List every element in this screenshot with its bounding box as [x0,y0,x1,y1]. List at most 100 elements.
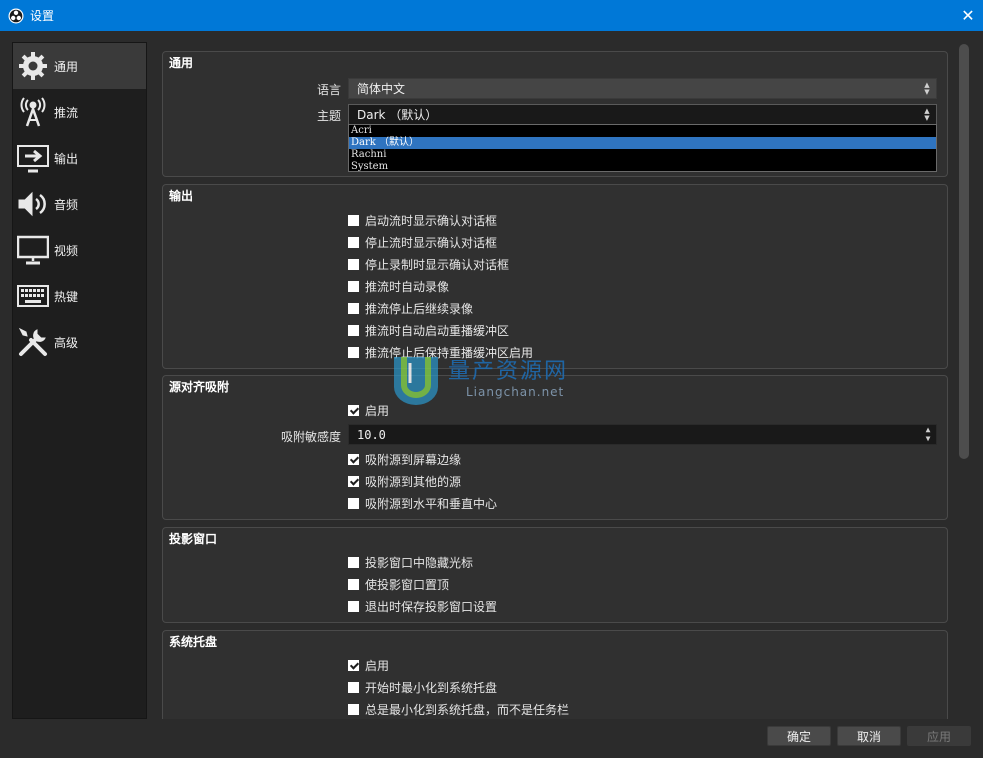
sidebar-item-hotkeys[interactable]: 热键 [13,273,146,319]
tray-enable-checkbox[interactable]: 启用 [348,656,389,674]
checkbox-label: 开始时最小化到系统托盘 [365,680,498,695]
keep-replay-buffer-checkbox[interactable]: 推流停止后保持重播缓冲区启用 [348,343,533,361]
close-icon[interactable]: ✕ [961,6,974,25]
obs-logo-icon [8,8,24,24]
sensitivity-spinbox[interactable]: 10.0 ▲ ▼ [348,424,937,445]
checkbox-box[interactable] [348,475,359,487]
always-on-top-checkbox[interactable]: 使投影窗口置顶 [348,575,449,593]
spin-down-icon[interactable]: ▼ [920,435,936,445]
auto-replay-buffer-checkbox[interactable]: 推流时自动启动重播缓冲区 [348,321,509,339]
save-projectors-checkbox[interactable]: 退出时保存投影窗口设置 [348,597,497,615]
sidebar-item-output[interactable]: 输出 [13,135,146,181]
confirm-start-stream-checkbox[interactable]: 启动流时显示确认对话框 [348,211,497,229]
checkbox-label: 推流时自动启动重播缓冲区 [365,323,510,338]
sidebar-item-label: 高级 [54,335,79,350]
theme-value: Dark （默认） [357,108,438,122]
theme-option[interactable]: System [349,161,936,173]
theme-option-selected[interactable]: Dark （默认） [349,137,936,149]
snap-screen-edge-checkbox[interactable]: 吸附源到屏幕边缘 [348,450,461,468]
broadcast-icon [16,95,50,129]
output-group: 输出 启动流时显示确认对话框 停止流时显示确认对话框 停止录制时显示确认对话框 … [162,184,948,369]
settings-sidebar: 通用 推流 输出 音频 视频 热键 高级 [12,42,147,719]
checkbox-box[interactable] [348,556,359,568]
sidebar-item-label: 输出 [54,151,79,166]
apply-button[interactable]: 应用 [907,726,971,746]
theme-label: 主题 [316,109,341,123]
theme-dropdown-list: Acri Dark （默认） Rachni System [348,124,937,172]
checkbox-label: 启用 [365,403,390,418]
checkbox-label: 推流停止后继续录像 [365,301,474,316]
snap-other-sources-checkbox[interactable]: 吸附源到其他的源 [348,472,461,490]
snapping-enable-checkbox[interactable]: 启用 [348,401,389,419]
checkbox-label: 吸附源到水平和垂直中心 [365,496,498,511]
checkbox-box[interactable] [348,236,359,248]
checkbox-label: 停止录制时显示确认对话框 [365,257,510,272]
scrollbar-thumb[interactable] [959,44,969,459]
checkbox-box[interactable] [348,600,359,612]
checkbox-box[interactable] [348,497,359,509]
start-minimized-checkbox[interactable]: 开始时最小化到系统托盘 [348,678,497,696]
confirm-stop-record-checkbox[interactable]: 停止录制时显示确认对话框 [348,255,509,273]
group-title-projector: 投影窗口 [169,532,218,546]
hide-cursor-checkbox[interactable]: 投影窗口中隐藏光标 [348,553,473,571]
sidebar-item-label: 视频 [54,243,79,258]
updown-arrows-icon: ▲ ▼ [924,80,930,96]
theme-select[interactable]: Dark （默认） ▲ ▼ [348,104,937,125]
ok-button[interactable]: 确定 [767,726,831,746]
monitor-icon [16,233,50,267]
theme-option[interactable]: Rachni [349,149,936,161]
checkbox-box[interactable] [348,681,359,693]
checkbox-label: 使投影窗口置顶 [365,577,450,592]
speaker-icon [16,187,50,221]
sidebar-item-general[interactable]: 通用 [13,43,146,89]
checkbox-label: 推流停止后保持重播缓冲区启用 [365,345,534,360]
checkbox-label: 停止流时显示确认对话框 [365,235,498,250]
settings-content: 通用 语言 简体中文 ▲ ▼ 主题 Dark （默认） ▲ ▼ Acri Dark … [153,42,953,719]
checkbox-box[interactable] [348,214,359,226]
sidebar-item-stream[interactable]: 推流 [13,89,146,135]
keep-recording-checkbox[interactable]: 推流停止后继续录像 [348,299,473,317]
tray-group: 系统托盘 启用 开始时最小化到系统托盘 总是最小化到系统托盘，而不是任务栏 [162,630,948,719]
checkbox-box[interactable] [348,324,359,336]
output-icon [16,141,50,175]
group-title-tray: 系统托盘 [169,635,218,649]
sidebar-item-audio[interactable]: 音频 [13,181,146,227]
group-title-snapping: 源对齐吸附 [169,380,230,394]
checkbox-box[interactable] [348,302,359,314]
checkbox-label: 吸附源到屏幕边缘 [365,452,462,467]
window-title: 设置 [30,9,55,23]
sidebar-item-advanced[interactable]: 高级 [13,319,146,365]
general-group: 通用 语言 简体中文 ▲ ▼ 主题 Dark （默认） ▲ ▼ Acri Dark … [162,51,948,177]
checkbox-box[interactable] [348,404,359,416]
sidebar-item-video[interactable]: 视频 [13,227,146,273]
sidebar-item-label: 通用 [54,59,79,74]
checkbox-box[interactable] [348,703,359,715]
close-button[interactable]: ✕ [953,0,983,31]
checkbox-box[interactable] [348,578,359,590]
language-select[interactable]: 简体中文 ▲ ▼ [348,78,937,99]
checkbox-label: 退出时保存投影窗口设置 [365,599,498,614]
spin-up-icon[interactable]: ▲ [920,425,936,435]
checkbox-box[interactable] [348,258,359,270]
content-scrollbar[interactable] [957,42,971,719]
theme-option[interactable]: Acri [349,125,936,137]
gear-icon [16,49,50,83]
sidebar-item-label: 音频 [54,197,79,212]
language-label: 语言 [316,83,341,97]
cancel-button[interactable]: 取消 [837,726,901,746]
checkbox-label: 推流时自动录像 [365,279,450,294]
auto-record-checkbox[interactable]: 推流时自动录像 [348,277,449,295]
group-title-output: 输出 [169,189,194,203]
sensitivity-value: 10.0 [357,427,386,442]
minimize-to-tray-checkbox[interactable]: 总是最小化到系统托盘，而不是任务栏 [348,700,569,718]
confirm-stop-stream-checkbox[interactable]: 停止流时显示确认对话框 [348,233,497,251]
checkbox-label: 总是最小化到系统托盘，而不是任务栏 [365,702,570,717]
checkbox-box[interactable] [348,346,359,358]
checkbox-box[interactable] [348,659,359,671]
keyboard-icon [16,279,50,313]
checkbox-box[interactable] [348,280,359,292]
checkbox-label: 启用 [365,658,390,673]
sidebar-item-label: 热键 [54,289,79,304]
checkbox-box[interactable] [348,453,359,465]
snap-center-checkbox[interactable]: 吸附源到水平和垂直中心 [348,494,497,512]
